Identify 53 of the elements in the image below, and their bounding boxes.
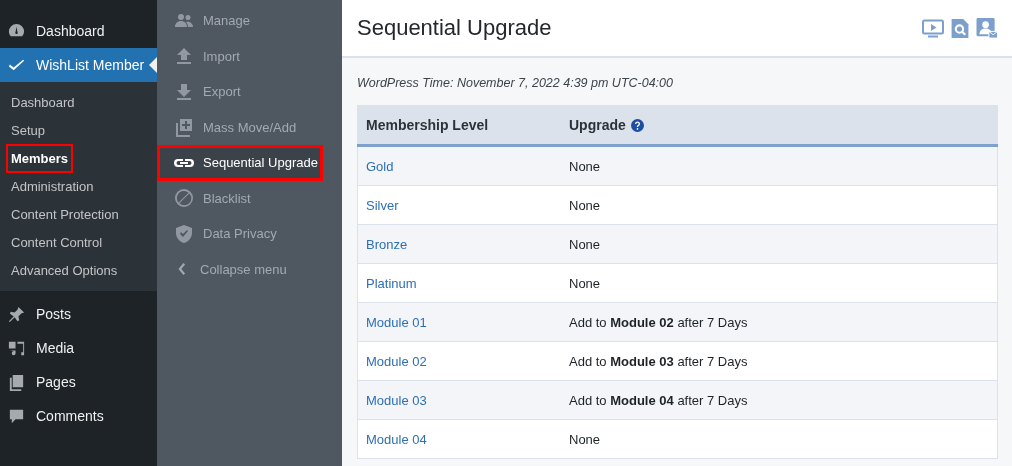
submenu-item[interactable]: Setup (6, 115, 50, 145)
menu-item[interactable]: Media (0, 331, 157, 365)
submenu-item[interactable]: Content Control (6, 227, 108, 257)
level-link[interactable]: Silver (366, 197, 399, 213)
level-link[interactable]: Gold (366, 158, 394, 174)
table-cell: None (569, 145, 998, 186)
level-link[interactable]: Platinum (366, 275, 417, 291)
flyout-item[interactable]: Sequential Upgrade (157, 145, 323, 181)
chevron-left-icon (178, 262, 187, 277)
upload-icon (174, 46, 194, 67)
table-cell: Add to Module 04 after 7 Days (569, 380, 998, 420)
collapse-menu-button[interactable]: Collapse menu (157, 251, 342, 287)
column-header: Upgrade (569, 117, 626, 133)
pages-icon (7, 372, 26, 392)
flyout-item[interactable]: Data Privacy (157, 216, 342, 252)
submenu-item[interactable]: Members (6, 143, 74, 173)
flyout-item[interactable]: Export (157, 74, 342, 110)
pin-icon (7, 304, 26, 324)
menu-item[interactable]: Posts (0, 297, 157, 331)
submenu-item[interactable]: Dashboard (6, 87, 80, 117)
page-title: Sequential Upgrade (357, 15, 552, 41)
submenu-item[interactable]: Advanced Options (6, 255, 123, 285)
video-icon[interactable] (922, 17, 944, 39)
shield-icon (174, 223, 194, 244)
table-cell: None (569, 263, 998, 303)
table-cell: None (569, 419, 998, 459)
menu-item[interactable]: Comments (0, 399, 157, 433)
menu-item[interactable]: Dashboard (0, 14, 157, 48)
block-icon (174, 188, 194, 209)
table-cell: Add to Module 02 after 7 Days (569, 302, 998, 342)
level-link[interactable]: Module 02 (366, 353, 427, 369)
contact-icon[interactable] (976, 17, 998, 39)
level-link[interactable]: Module 01 (366, 314, 427, 330)
submenu-item[interactable]: Administration (6, 171, 99, 201)
table-cell: Add to Module 03 after 7 Days (569, 341, 998, 381)
search-icon[interactable] (949, 17, 971, 39)
flyout-item[interactable]: Import (157, 38, 342, 74)
download-icon (174, 81, 194, 102)
menu-item[interactable]: WishList Member (0, 48, 157, 82)
table-cell: None (569, 224, 998, 264)
level-link[interactable]: Module 04 (366, 431, 427, 447)
level-link[interactable]: Module 03 (366, 392, 427, 408)
flyout-item[interactable]: Mass Move/Add (157, 109, 342, 145)
column-header: Membership Level (357, 105, 569, 146)
wordpress-time: WordPress Time: November 7, 2022 4:39 pm UTC-04:00 (357, 75, 674, 91)
level-link[interactable]: Bronze (366, 236, 408, 252)
add-icon (174, 117, 194, 138)
flyout-item[interactable]: Blacklist (157, 180, 342, 216)
table-cell: None (569, 185, 998, 225)
flyout-item[interactable]: Manage (157, 3, 342, 39)
submenu-item[interactable]: Content Protection (6, 199, 124, 229)
menu-item[interactable]: Pages (0, 365, 157, 399)
help-icon[interactable] (630, 118, 644, 132)
